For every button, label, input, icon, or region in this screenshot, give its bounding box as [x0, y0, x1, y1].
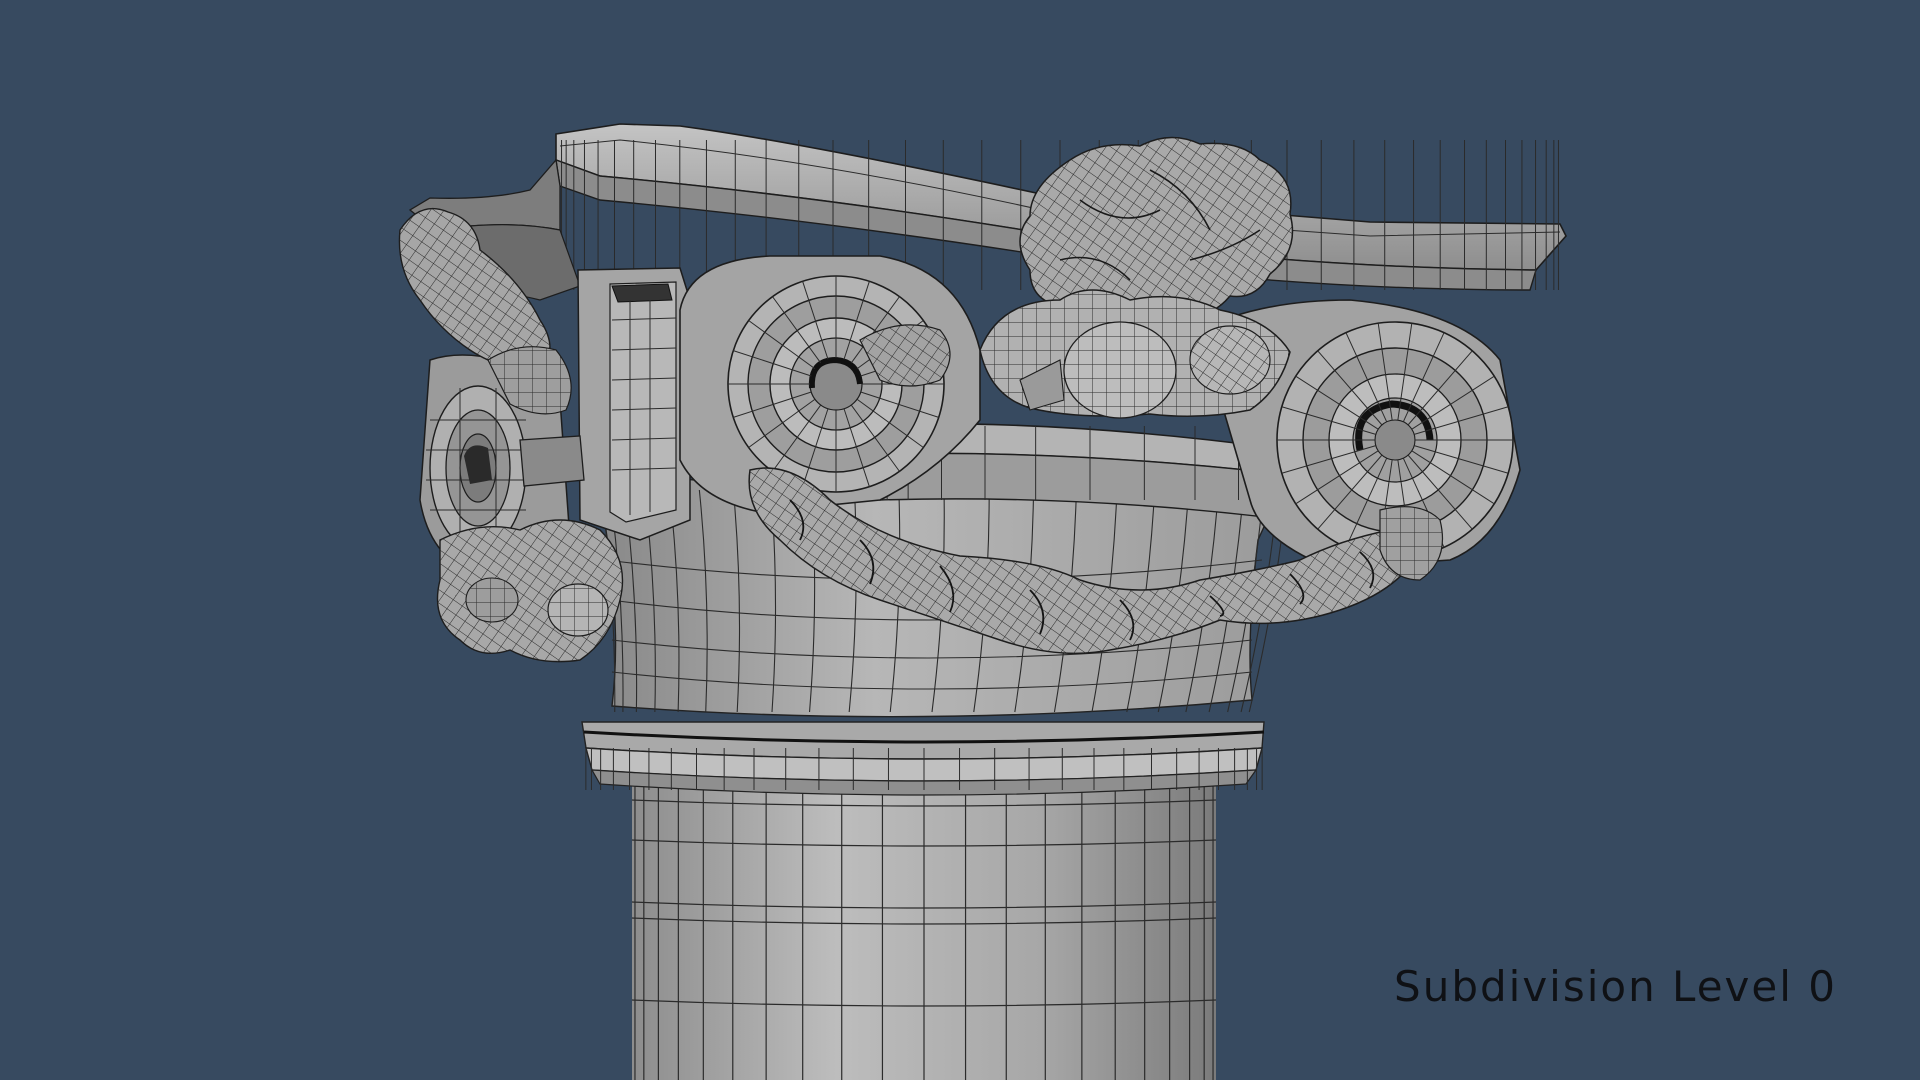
column-shaft	[631, 778, 1217, 1080]
astragal-ring	[581, 721, 1265, 796]
3d-viewport[interactable]: Subdivision Level 0	[0, 0, 1920, 1080]
left-bolster	[577, 267, 691, 541]
foliage-left-lower	[436, 519, 624, 663]
column-capital-model[interactable]	[0, 0, 1920, 1080]
foliage-fruit-basket	[979, 289, 1291, 419]
subdivision-level-label: Subdivision Level 0	[1394, 962, 1837, 1011]
